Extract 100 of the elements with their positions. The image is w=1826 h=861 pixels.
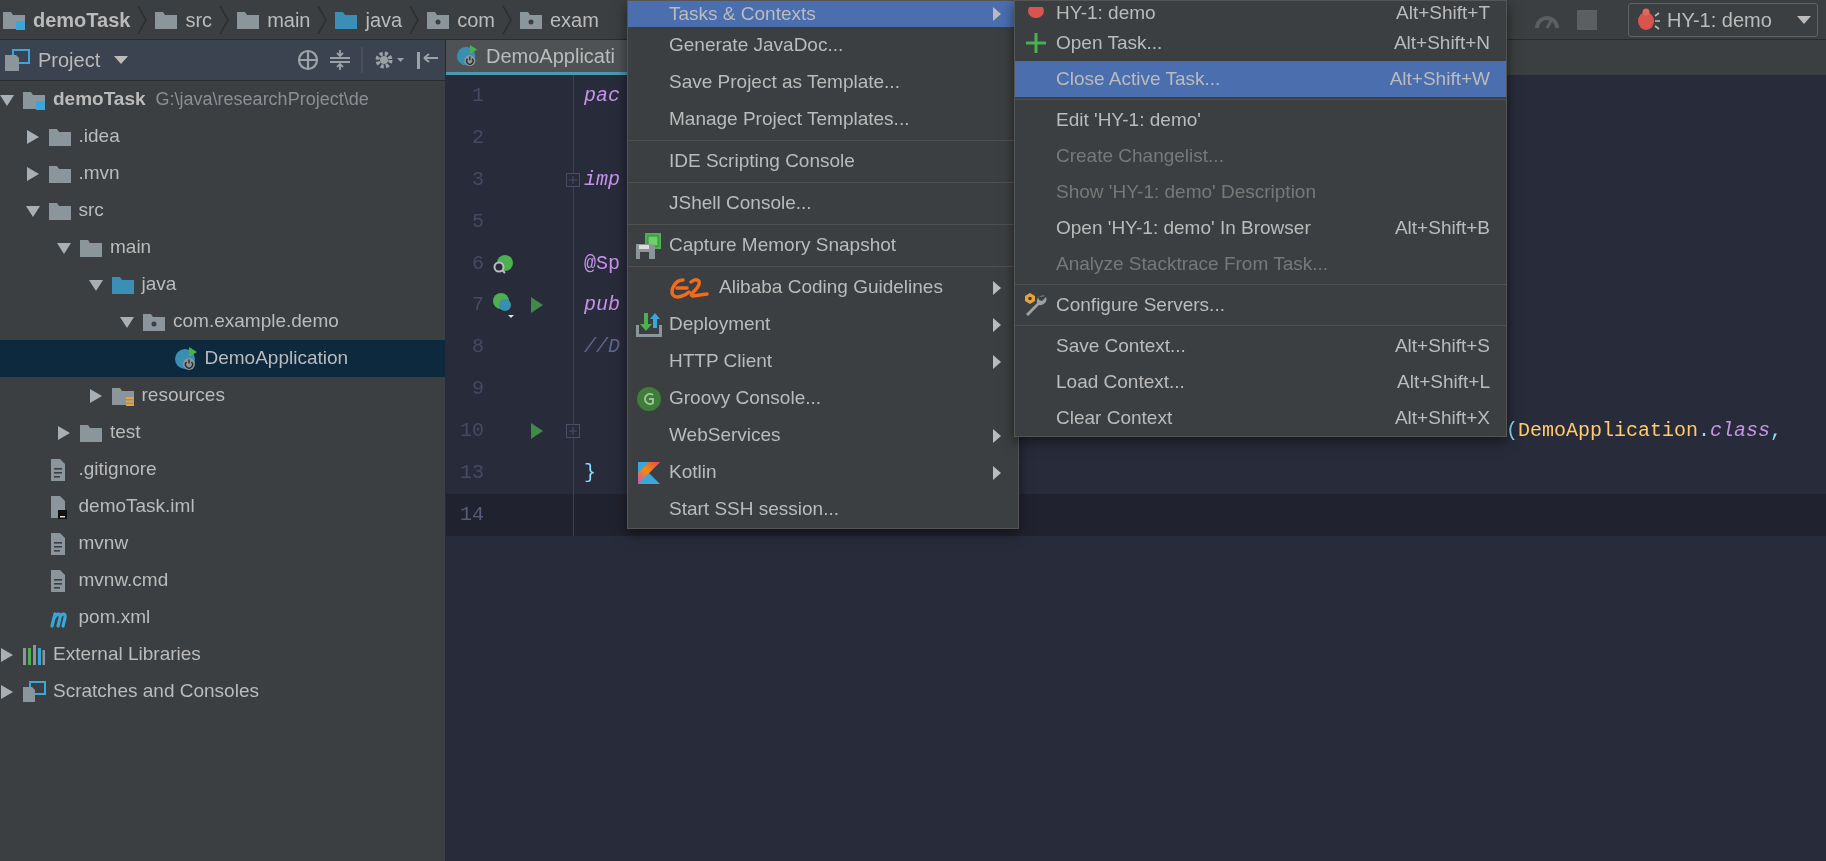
breadcrumb[interactable]: main (236, 4, 311, 35)
tree-item[interactable]: resources (0, 377, 445, 414)
collapsed-arrow-icon[interactable] (0, 684, 14, 699)
module-folder-icon (22, 89, 46, 110)
collapse-all-icon[interactable] (329, 49, 351, 71)
run-icon[interactable] (530, 422, 544, 441)
menu-item[interactable]: Deployment (628, 306, 1018, 343)
tree-item-label: .gitignore (78, 457, 157, 482)
expanded-arrow-icon[interactable] (88, 277, 103, 292)
collapsed-arrow-icon[interactable] (0, 647, 14, 662)
code-text: pub (584, 292, 620, 319)
code-text: pac (584, 82, 620, 109)
menu-item[interactable]: Clear Context Alt+Shift+X (1015, 400, 1506, 436)
code-text: } (584, 459, 596, 486)
memory-snapshot-icon (634, 231, 663, 260)
expanded-arrow-icon[interactable] (120, 314, 134, 329)
menu-item[interactable]: Configure Servers... (1015, 287, 1506, 323)
run-icon[interactable] (530, 296, 544, 315)
breadcrumb[interactable]: java (334, 4, 403, 35)
project-icon (4, 48, 30, 72)
menu-item[interactable]: Save Context... Alt+Shift+S (1015, 328, 1506, 364)
wrench-icon (1022, 292, 1049, 318)
settings-icon[interactable] (373, 49, 405, 71)
breadcrumb[interactable]: exam (519, 4, 599, 35)
tree-item[interactable]: demoTask.iml (0, 488, 445, 525)
tree-item[interactable]: Scratches and Consoles (0, 673, 445, 710)
collapsed-arrow-icon[interactable] (25, 129, 40, 144)
package-folder-icon (142, 311, 166, 332)
dropdown-caret-icon (1797, 14, 1811, 25)
menu-item[interactable]: Edit 'HY-1: demo' (1015, 102, 1506, 138)
menu-item[interactable]: Load Context... Alt+Shift+L (1015, 364, 1506, 400)
tree-item[interactable]: java (0, 266, 445, 303)
folder-icon (47, 126, 72, 147)
tree-item[interactable]: mvnw.cmd (0, 562, 445, 599)
tree-item-label: .idea (78, 124, 120, 149)
task-selector[interactable]: HY-1: demo (1628, 2, 1818, 37)
tree-item-label: com.example.demo (173, 309, 339, 334)
collapsed-arrow-icon[interactable] (25, 166, 40, 181)
tree-item-label: test (110, 420, 141, 445)
menu-item[interactable]: HTTP Client (628, 343, 1018, 380)
module-folder-icon (2, 9, 26, 30)
shortcut: Alt+Shift+B (1394, 215, 1490, 240)
code-text: imp (584, 166, 620, 193)
expanded-arrow-icon[interactable] (0, 92, 14, 107)
menu-item[interactable]: HY-1: demo Alt+Shift+T (1015, 1, 1506, 25)
dropdown-caret-icon[interactable] (114, 55, 129, 65)
fold-marker-icon[interactable] (566, 172, 580, 187)
tree-item[interactable]: pom.xml (0, 599, 445, 636)
menu-item[interactable]: Capture Memory Snapshot (628, 227, 1018, 264)
breadcrumb[interactable]: demoTask (2, 4, 131, 35)
tree-item-label: mvnw.cmd (78, 568, 169, 593)
hide-panel-icon[interactable] (415, 49, 439, 71)
menu-item[interactable]: Open Task... Alt+Shift+N (1015, 25, 1506, 61)
tree-item-label: DemoApplication (204, 346, 349, 371)
package-folder-icon (426, 9, 451, 30)
menu-item[interactable]: WebServices (628, 417, 1018, 454)
folder-icon (79, 237, 103, 258)
locate-icon[interactable] (297, 49, 319, 71)
shortcut: Alt+Shift+T (1396, 0, 1490, 25)
alibaba-logo-icon (669, 275, 711, 300)
project-path: G:\java\researchProject\de (155, 88, 369, 111)
tree-item[interactable]: src (0, 192, 445, 229)
menu-item[interactable]: JShell Console... (628, 185, 1018, 222)
line-number: 14 (459, 501, 484, 528)
tree-item[interactable]: .mvn (0, 155, 445, 192)
menu-item[interactable]: Start SSH session... (628, 491, 1018, 528)
breadcrumb[interactable]: src (154, 4, 213, 35)
tree-item[interactable]: mvnw (0, 525, 445, 562)
expanded-arrow-icon[interactable] (57, 240, 71, 255)
bean-class-icon[interactable] (491, 292, 515, 319)
panel-title[interactable]: Project (38, 45, 101, 75)
breadcrumb[interactable]: com (426, 4, 495, 35)
collapsed-arrow-icon[interactable] (57, 425, 71, 440)
code-text: (DemoApplication.class, (1506, 418, 1783, 445)
menu-item[interactable]: Alibaba Coding Guidelines (628, 269, 1018, 306)
menu-item[interactable]: IDE Scripting Console (628, 143, 1018, 180)
shortcut: Alt+Shift+W (1389, 66, 1490, 91)
tree-item[interactable]: .idea (0, 118, 445, 155)
tree-item[interactable]: main (0, 229, 445, 266)
collapsed-arrow-icon[interactable] (88, 388, 103, 403)
menu-item[interactable]: Open 'HY-1: demo' In Browser Alt+Shift+B (1015, 210, 1506, 246)
deployment-icon (634, 310, 663, 339)
tree-item-label: Scratches and Consoles (53, 679, 259, 704)
tree-item[interactable]: .gitignore (0, 451, 445, 488)
bean-search-icon[interactable] (492, 253, 514, 274)
menu-item[interactable]: Manage Project Templates... (628, 101, 1018, 138)
tree-item[interactable]: DemoApplication (0, 340, 445, 377)
tree-item[interactable]: demoTask G:\java\researchProject\de (0, 81, 445, 118)
folder-icon (79, 422, 103, 443)
folder-icon (110, 274, 135, 295)
fold-marker-icon[interactable] (566, 424, 580, 439)
tree-item-label: demoTask.iml (78, 494, 195, 519)
shortcut: Alt+Shift+X (1394, 405, 1490, 430)
tree-item-label: src (78, 198, 104, 223)
tree-item[interactable]: com.example.demo (0, 303, 445, 340)
tree-item[interactable]: test (0, 414, 445, 451)
menu-item[interactable]: Kotlin (628, 454, 1018, 491)
tree-item[interactable]: External Libraries (0, 636, 445, 673)
expanded-arrow-icon[interactable] (25, 203, 40, 218)
menu-item[interactable]: Groovy Console... (628, 380, 1018, 417)
